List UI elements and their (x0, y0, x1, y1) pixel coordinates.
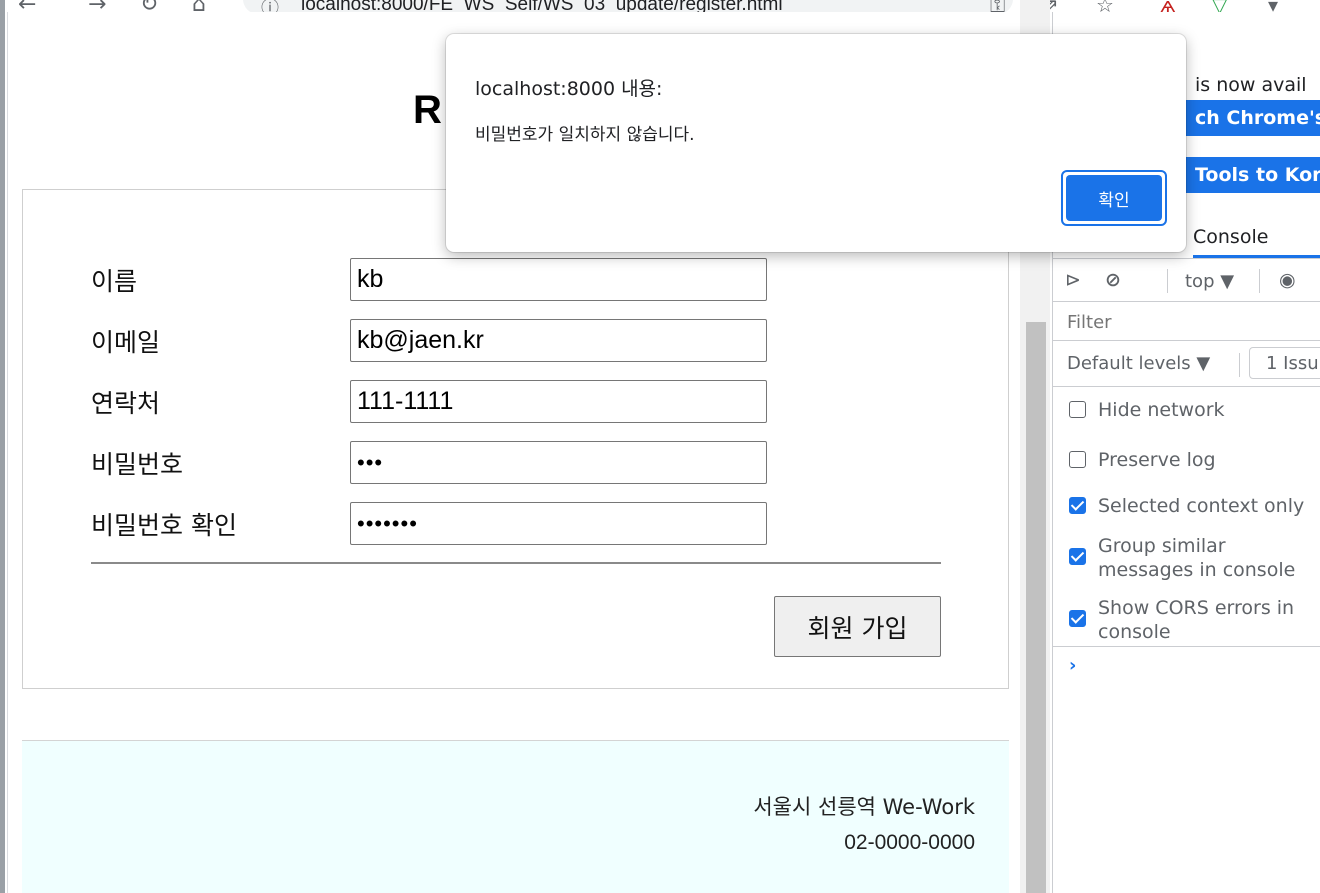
password-label: 비밀번호 (91, 450, 184, 479)
window-edge-line (7, 12, 8, 893)
toolbar-divider (1259, 269, 1260, 293)
toolbar-divider (1167, 269, 1168, 293)
clear-console-icon[interactable]: ⊘ (1105, 269, 1121, 291)
console-toolbar: ⊳ ⊘ top ▼ ◉ (1053, 258, 1320, 302)
key-icon[interactable]: ⚿ (990, 0, 1005, 12)
dialog-ok-label[interactable]: 확인 (1066, 175, 1162, 221)
dialog-message: 비밀번호가 일치하지 않습니다. (475, 125, 695, 145)
preserve-log-label: Preserve log (1098, 449, 1216, 471)
address-bar[interactable]: ⓘ localhost:8000/FE_WS_Self/WS_03_update… (243, 0, 1013, 12)
browser-toolbar: ← → ↻ ⌂ ⓘ localhost:8000/FE_WS_Self/WS_0… (0, 0, 1320, 12)
group-similar-checkbox[interactable] (1069, 548, 1086, 565)
page-scrollbar-thumb[interactable] (1026, 322, 1046, 893)
group-similar-label: Group similar messages in console (1098, 535, 1296, 581)
live-expression-eye-icon[interactable]: ◉ (1279, 269, 1296, 291)
home-icon[interactable]: ⌂ (192, 0, 206, 12)
vue-devtools-icon[interactable]: ▽ (1212, 0, 1227, 12)
bookmark-star-icon[interactable]: ☆ (1096, 0, 1114, 12)
info-icon[interactable]: ⓘ (261, 0, 279, 12)
name-input[interactable]: kb (350, 258, 767, 301)
email-label: 이메일 (91, 328, 161, 357)
console-filter (1053, 303, 1320, 341)
window-edge (0, 0, 5, 893)
selected-context-option[interactable]: Selected context only (1069, 494, 1304, 518)
context-selector[interactable]: top ▼ (1185, 271, 1234, 292)
group-similar-option[interactable]: Group similar messages in console (1069, 534, 1295, 582)
back-arrow-icon[interactable]: ← (18, 0, 36, 12)
preserve-log-option[interactable]: Preserve log (1069, 448, 1216, 472)
reload-icon[interactable]: ↻ (140, 0, 158, 12)
extension-menu-icon[interactable]: ▾ (1268, 0, 1278, 12)
footer-phone: 02-0000-0000 (844, 831, 975, 854)
password-input[interactable]: ••• (350, 441, 767, 484)
password-confirm-input[interactable]: ••••••• (350, 502, 767, 545)
sidebar-toggle-icon[interactable]: ⊳ (1065, 269, 1081, 291)
phone-input[interactable]: 111-1111 (350, 380, 767, 423)
page-title: R (413, 88, 442, 132)
cors-errors-label: Show CORS errors in console (1098, 597, 1295, 643)
devtools-language-banner: is now avail (1195, 74, 1307, 96)
register-submit-button[interactable]: 회원 가입 (774, 596, 941, 657)
tab-console[interactable]: Console (1193, 226, 1268, 248)
log-levels-dropdown[interactable]: Default levels ▼ (1067, 353, 1210, 374)
console-divider (1053, 646, 1320, 647)
selected-context-checkbox[interactable] (1069, 497, 1086, 514)
dialog-title: localhost:8000 내용: (475, 78, 663, 100)
phone-label: 연락처 (91, 389, 161, 418)
footer-address: 서울시 선릉역 We-Work (753, 795, 975, 819)
console-levels-bar: Default levels ▼ 1 Issu (1053, 341, 1320, 387)
preserve-log-checkbox[interactable] (1069, 451, 1086, 468)
extension-icon[interactable]: ѧ (1160, 0, 1176, 12)
cors-errors-checkbox[interactable] (1069, 610, 1086, 627)
form-divider (91, 562, 941, 564)
page-footer: 서울시 선릉역 We-Work 02-0000-0000 (22, 740, 1009, 893)
password-confirm-label: 비밀번호 확인 (91, 511, 237, 540)
name-label: 이름 (91, 267, 138, 296)
alert-dialog: localhost:8000 내용: 비밀번호가 일치하지 않습니다. 확인 (446, 34, 1186, 252)
issues-button[interactable]: 1 Issu (1249, 347, 1320, 379)
hide-network-checkbox[interactable] (1069, 401, 1086, 418)
cors-errors-option[interactable]: Show CORS errors in console (1069, 596, 1294, 644)
forward-arrow-icon[interactable]: → (88, 0, 106, 12)
filter-input[interactable] (1067, 309, 1317, 335)
selected-context-label: Selected context only (1098, 495, 1305, 517)
url-text[interactable]: localhost:8000/FE_WS_Self/WS_03_update/r… (301, 0, 783, 12)
levels-divider (1239, 353, 1240, 377)
console-prompt-chevron-icon[interactable]: › (1069, 655, 1076, 676)
hide-network-label: Hide network (1098, 399, 1225, 421)
dialog-ok-button[interactable]: 확인 (1061, 170, 1167, 226)
email-input[interactable]: kb@jaen.kr (350, 319, 767, 362)
hide-network-option[interactable]: Hide network (1069, 398, 1225, 422)
